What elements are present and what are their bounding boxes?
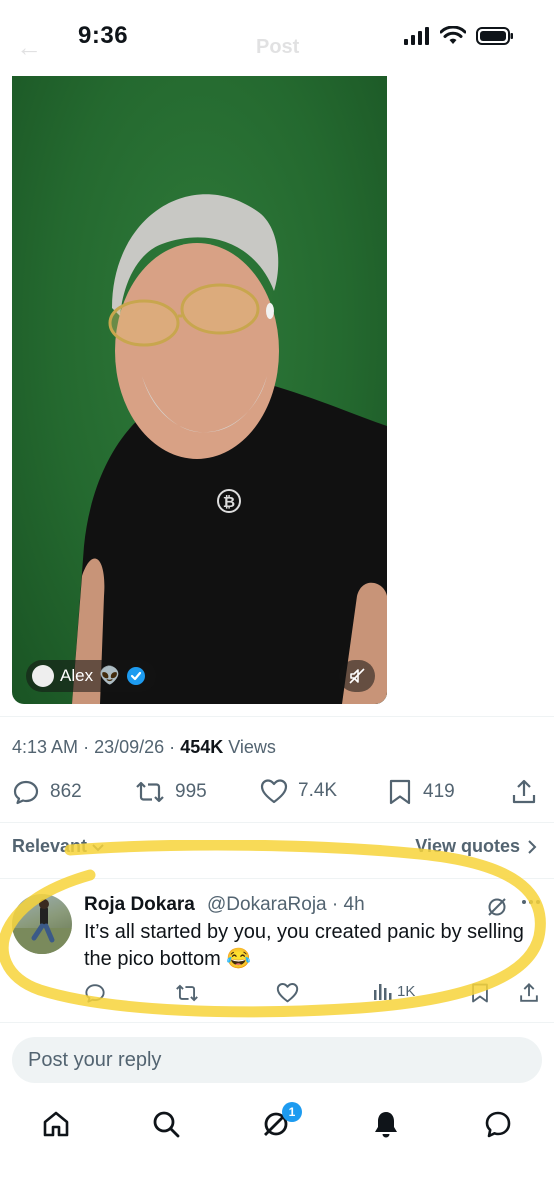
- nav-messages[interactable]: [480, 1106, 516, 1142]
- bell-icon: [375, 1112, 397, 1138]
- sort-label: Relevant: [12, 836, 88, 856]
- author-avatar: [32, 665, 54, 687]
- nav-search[interactable]: [148, 1106, 184, 1142]
- reply-text: It’s all started by you, you created pan…: [84, 921, 524, 970]
- messages-icon: [485, 1111, 511, 1138]
- more-dots-icon: [522, 900, 540, 904]
- bookmark-button[interactable]: 419: [387, 778, 455, 806]
- reply-author-meta: @DokaraRoja · 4h: [207, 894, 365, 916]
- views-count: 454K: [180, 737, 224, 757]
- status-time: 9:36: [78, 22, 129, 49]
- page-title: Post: [256, 36, 300, 58]
- bookmark-icon: [472, 983, 488, 1003]
- video-player[interactable]: ₿ Alex 👽: [12, 76, 387, 704]
- divider: [0, 878, 554, 879]
- alien-emoji: 👽: [99, 666, 121, 685]
- reply-avatar[interactable]: [12, 894, 72, 954]
- notification-badge: 1: [282, 1102, 302, 1122]
- reply-share-button[interactable]: [518, 982, 540, 1004]
- nav-home[interactable]: [38, 1106, 74, 1142]
- chevron-right-icon: [528, 839, 537, 854]
- home-icon: [43, 1111, 69, 1137]
- back-icon[interactable]: ←: [16, 32, 42, 63]
- wifi-icon: [440, 26, 466, 44]
- reply-views-button[interactable]: 1K: [373, 982, 415, 1000]
- reply-icon: [85, 984, 105, 1003]
- post-time: 4:13 AM: [12, 737, 79, 757]
- divider: [0, 1022, 554, 1023]
- meta-separator: ·: [169, 737, 176, 757]
- search-icon: [153, 1111, 180, 1138]
- post-date: 23/09/26: [94, 737, 165, 757]
- reply-input[interactable]: [12, 1037, 542, 1083]
- video-author-badge[interactable]: Alex 👽: [26, 660, 157, 692]
- reply-views-count: 1K: [397, 982, 416, 1000]
- reply-icon: [13, 780, 39, 805]
- reply-reply-button[interactable]: [84, 982, 106, 1004]
- sort-dropdown[interactable]: Relevant: [12, 836, 105, 857]
- mute-button[interactable]: [339, 660, 375, 692]
- reposts-count: 995: [175, 781, 207, 802]
- repost-button[interactable]: 995: [135, 778, 207, 806]
- views-label: Views: [228, 737, 276, 757]
- heart-icon: [260, 779, 288, 804]
- reply-repost-button[interactable]: [175, 982, 199, 1004]
- avatar-image: [12, 899, 72, 954]
- views-chart-icon: [374, 984, 392, 1000]
- bookmark-icon: [389, 779, 411, 805]
- svg-text:₿: ₿: [223, 494, 235, 511]
- replies-count: 862: [50, 781, 82, 802]
- post-meta: 4:13 AM · 23/09/26 · 454K Views: [12, 737, 276, 758]
- grok-icon-glyph: [488, 898, 506, 916]
- repost-icon: [136, 781, 164, 803]
- reply-like-button[interactable]: [276, 982, 299, 1003]
- chevron-down-icon: [92, 843, 104, 851]
- view-quotes-link[interactable]: View quotes: [415, 836, 538, 857]
- status-icons: [404, 26, 514, 46]
- video-frame-illustration: ₿: [72, 194, 387, 704]
- view-quotes-label: View quotes: [415, 836, 520, 856]
- author-name: Alex: [60, 666, 94, 685]
- muted-speaker-icon: [349, 668, 365, 684]
- battery-icon: [476, 27, 513, 45]
- share-button[interactable]: [510, 778, 538, 806]
- bookmarks-count: 419: [423, 781, 455, 802]
- repost-icon: [176, 984, 198, 1002]
- reply-time: · 4h: [331, 894, 365, 915]
- share-icon: [512, 779, 536, 804]
- nav-notifications[interactable]: [368, 1106, 404, 1142]
- share-icon: [520, 983, 538, 1002]
- reply-author-name[interactable]: Roja Dokara: [84, 894, 195, 916]
- verified-icon: [127, 667, 146, 685]
- divider: [0, 822, 554, 823]
- meta-separator: ·: [83, 737, 90, 757]
- reply-bookmark-button[interactable]: [470, 982, 490, 1004]
- grok-icon[interactable]: [486, 896, 508, 918]
- more-options-icon[interactable]: [520, 894, 542, 914]
- reply-handle: @DokaraRoja: [207, 894, 327, 915]
- likes-count: 7.4K: [298, 780, 338, 801]
- signal-icon: [404, 27, 429, 45]
- like-button[interactable]: 7.4K: [260, 778, 337, 804]
- heart-icon: [276, 983, 299, 1003]
- divider: [0, 716, 554, 717]
- reply-button[interactable]: 862: [12, 778, 82, 806]
